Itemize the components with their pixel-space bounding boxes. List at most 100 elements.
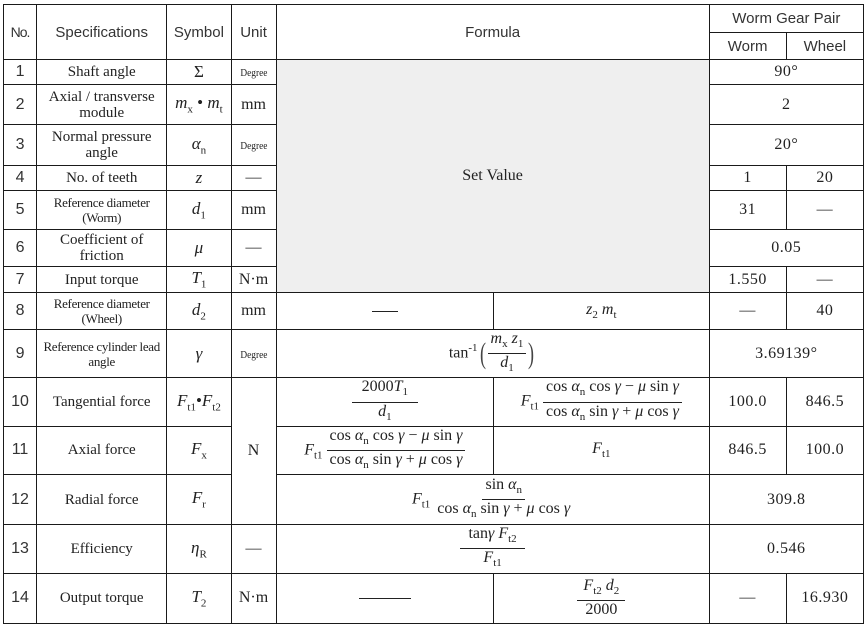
math-fn: sin [649, 378, 669, 396]
row-number: 2 [2, 84, 38, 125]
symbol-part: F [190, 439, 202, 459]
header-row: No. Specifications Symbol Unit Formula W… [2, 4, 865, 60]
row-number: 3 [2, 124, 38, 166]
numerator: cos αn cos γ − μ sin γ [543, 378, 682, 403]
fraction: mx z1 d1 [487, 331, 527, 377]
formula-worm: 2000T1 d1 [275, 377, 495, 427]
spec-name: Efficiency [36, 524, 168, 574]
spec-name: Normal pressure angle [36, 124, 168, 166]
math-fn: tan [448, 344, 469, 362]
numerator: tanγ Ft2 [460, 525, 525, 550]
math-var: α [571, 378, 580, 396]
symbol-sub: t1 [187, 401, 196, 414]
math-sub: 1 [508, 362, 514, 375]
math-sub: 1 [517, 338, 524, 351]
math-fn: cos [546, 378, 568, 396]
symbol: Ft1•Ft2 [166, 377, 232, 427]
header-worm-gear-pair: Worm Gear Pair [708, 4, 865, 33]
value-worm: 1.550 [708, 266, 787, 293]
value-shared: 3.69139° [708, 328, 865, 379]
denominator: cos αn sin γ + μ cos γ [327, 451, 466, 474]
row-number: 5 [2, 190, 38, 230]
math-var: α [462, 500, 472, 518]
math-fn: cos [329, 426, 351, 444]
math-var: γ [672, 402, 679, 420]
table-row: 9 Reference cylinder lead angle γ Degree… [2, 328, 865, 379]
math-var: F [592, 440, 602, 458]
value-wheel: 846.5 [785, 377, 865, 427]
value-shared: 309.8 [708, 474, 865, 526]
value-wheel: 100.0 [785, 425, 865, 476]
header-specifications: Specifications [36, 4, 168, 60]
spec-name: Coefficient of friction [36, 229, 168, 267]
header-unit: Unit [230, 4, 277, 60]
math-sub: n [579, 410, 586, 423]
row-number: 6 [2, 229, 38, 267]
math-op: + [401, 450, 419, 468]
numerator: 2000T1 [351, 378, 419, 403]
math-var: μ [526, 500, 535, 518]
symbol-part: F [201, 390, 213, 410]
math-num: 2000 [361, 378, 394, 396]
spec-name: Reference diameter (Worm) [36, 190, 168, 230]
math-sub: t1 [493, 557, 502, 570]
value-shared: 20° [708, 124, 865, 166]
table-row: 11 Axial force Fx Ft1 cos αn cos γ − μ s… [2, 425, 865, 476]
row-number: 9 [2, 328, 38, 379]
math-sub: 2 [613, 585, 620, 598]
row-number: 8 [2, 292, 38, 330]
math-sub: n [579, 386, 586, 399]
fraction: tanγ Ft2 Ft1 [460, 525, 525, 572]
table-row: 10 Tangential force Ft1•Ft2 N 2000T1 d1 F… [2, 377, 865, 526]
dash [358, 597, 411, 599]
spec-name: Output torque [36, 572, 168, 624]
math-var: d [378, 402, 387, 420]
symbol: ηR [166, 524, 232, 574]
formula-shared: Ft1 sin αn cos αn sin γ + μ cos γ [275, 474, 710, 526]
math-var: d [605, 576, 614, 594]
unit: — [230, 229, 277, 267]
spec-name: Input torque [36, 266, 168, 293]
value-wheel: — [785, 190, 865, 230]
numerator: cos αn cos γ − μ sin γ [326, 426, 466, 451]
math-fn: cos [589, 378, 611, 396]
math-sub: 1 [402, 386, 409, 399]
unit: N [230, 377, 277, 526]
value-wheel: 20 [785, 165, 865, 191]
value-shared: 0.546 [708, 524, 865, 574]
formula-wheel: Ft1 [493, 425, 710, 476]
formula-wheel: Ft1 cos αn cos γ − μ sin γ cos αn sin γ … [493, 377, 710, 427]
math-var: γ [456, 450, 463, 468]
fraction: sin αn cos αn sin γ + μ cos γ [434, 476, 573, 523]
row-number: 13 [2, 524, 38, 574]
math-var: μ [418, 450, 427, 468]
worm-gear-spec-table: No. Specifications Symbol Unit Formula W… [2, 4, 865, 624]
numerator: sin αn [482, 476, 526, 501]
spec-name: No. of teeth [36, 165, 168, 191]
formula-wheel: z2 mt [493, 292, 710, 330]
math-sub: n [471, 508, 477, 521]
header-symbol: Symbol [166, 4, 232, 60]
symbol-sep: • [192, 93, 208, 113]
symbol: Fx [166, 425, 232, 476]
spec-name: Reference cylinder lead angle [36, 328, 168, 379]
paren-right: ) [528, 336, 535, 370]
unit: mm [230, 84, 277, 125]
math-var: d [500, 354, 509, 372]
symbol-sub: 1 [200, 278, 207, 291]
symbol-part: F [191, 488, 203, 508]
math-var: γ [488, 525, 495, 543]
denominator: 2000 [585, 601, 618, 619]
value-shared: 0.05 [708, 229, 865, 267]
math-var: F [304, 441, 314, 459]
symbol-sub: 1 [200, 209, 206, 222]
math-sub: 1 [386, 410, 392, 423]
math-var: m [601, 300, 614, 318]
math-op: − [620, 378, 638, 396]
row-number: 1 [2, 59, 38, 85]
math-var: F [483, 549, 494, 567]
math-fn: sin [433, 426, 453, 444]
spec-name: Axial force [36, 425, 168, 476]
denominator: d1 [497, 354, 517, 377]
math-sub: 2 [592, 309, 598, 322]
